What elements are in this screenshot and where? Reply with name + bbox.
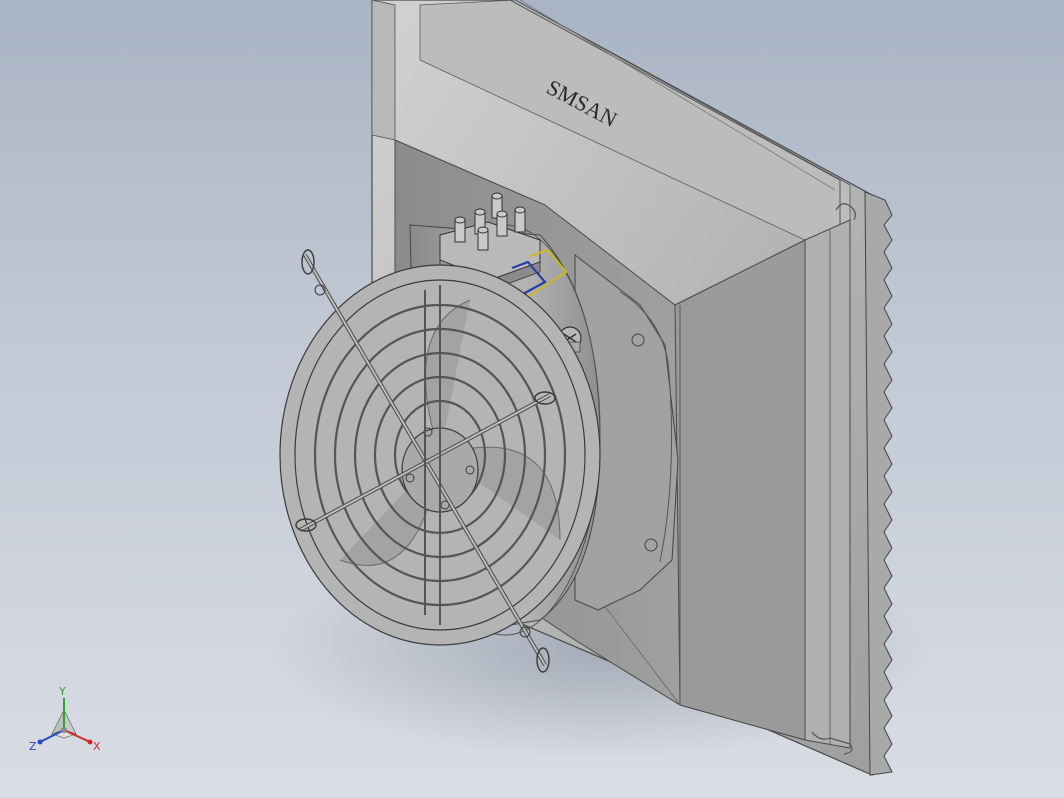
graphics-viewport[interactable]: SMSAN Y X Z [0,0,1064,798]
z-axis-label: Z [29,740,37,753]
triad-axes [37,698,93,745]
3d-model-scene[interactable]: SMSAN [0,0,1064,798]
x-axis-label: X [93,740,101,753]
coordinate-triad: Y X Z [29,685,101,753]
y-axis-label: Y [58,685,66,698]
